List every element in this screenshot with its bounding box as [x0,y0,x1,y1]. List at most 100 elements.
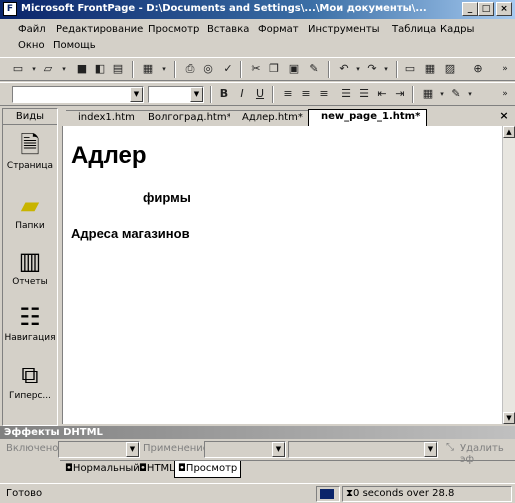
increase-indent-icon[interactable]: ⇥ [392,86,408,102]
html-mode-icon: ◘ [139,463,147,474]
view-reports[interactable]: ▥ Отчеты [3,245,57,287]
formatting-toolbar: ▼ ▼ B I U ≡ ≡ ≡ ☰ ☰ ⇤ ⇥ ▦ ▾ ✎ ▾ » [0,82,515,106]
toolbar-overflow-icon[interactable]: » [497,61,513,77]
tab-volgograd[interactable]: Волгоград.htm* [136,110,239,126]
scroll-down-icon[interactable]: ▼ [503,412,515,424]
scroll-up-icon[interactable]: ▲ [503,126,515,138]
menu-bar: Файл Редактирование Просмотр Вставка Фор… [0,20,515,56]
redo-dropdown-icon[interactable]: ▾ [378,61,394,77]
menu-insert[interactable]: Вставка [207,24,249,35]
menu-view[interactable]: Просмотр [148,24,199,35]
publish-icon[interactable]: ◧ [92,61,108,77]
folder-list-icon[interactable]: ▤ [110,61,126,77]
view-page[interactable]: 🗎 Страница [3,129,57,171]
view-navigation[interactable]: ☷ Навигация [3,301,57,343]
print-preview-icon[interactable]: ◎ [200,61,216,77]
chevron-down-icon[interactable]: ▼ [424,442,437,457]
menu-frames[interactable]: Кадры [440,24,474,35]
page-view-icon: 🗎 [20,131,40,159]
stores-heading: Адреса магазинов [71,226,190,241]
spelling-icon[interactable]: ✓ [220,61,236,77]
dhtml-toolbar: Включено ▼ Применение ▼ ▼ ⤡ Удалить эф [0,439,515,465]
normal-mode-icon: ◘ [65,463,73,474]
navigation-icon: ☷ [19,303,41,331]
view-folders[interactable]: ▰ Папки [3,189,57,231]
download-time-icon [320,489,334,499]
views-header: Виды [3,109,57,125]
close-button[interactable]: × [496,2,512,16]
chevron-down-icon[interactable]: ▼ [190,87,203,102]
print-icon[interactable]: ⎙ [182,61,198,77]
view-mode-tabs: ◘Нормальный ◘HTML ◘Просмотр [60,460,515,478]
editor-canvas[interactable]: Адлер фирмы Адреса магазинов [62,126,502,424]
chevron-down-icon[interactable]: ▼ [272,442,285,457]
tab-normal[interactable]: ◘Нормальный [62,461,143,478]
tab-adler[interactable]: Адлер.htm* [230,110,310,126]
toolbar-overflow-icon[interactable]: » [497,86,513,102]
firms-text: фирмы [143,190,191,205]
hyperlink-icon[interactable]: ⊕ [470,61,486,77]
status-ready: Готово [6,488,43,499]
folder-icon: ▰ [20,191,40,219]
status-bar: Готово ⧗0 seconds over 28.8 [0,483,515,503]
dhtml-effect-combo[interactable]: ▼ [204,441,286,458]
chevron-down-icon[interactable]: ▼ [126,442,139,457]
menu-edit[interactable]: Редактирование [56,24,143,35]
align-right-icon[interactable]: ≡ [316,86,332,102]
status-download-time: ⧗0 seconds over 28.8 [342,486,512,502]
align-center-icon[interactable]: ≡ [298,86,314,102]
decrease-indent-icon[interactable]: ⇤ [374,86,390,102]
dhtml-event-combo[interactable]: ▼ [58,441,140,458]
dhtml-toolbar-title: Эффекты DHTML [0,426,515,439]
tab-preview[interactable]: ◘Просмотр [174,461,242,478]
menu-file[interactable]: Файл [18,24,46,35]
views-pane: Виды 🗎 Страница ▰ Папки ▥ Отчеты ☷ Навиг… [2,108,58,426]
font-size-combo[interactable]: ▼ [148,86,204,103]
tab-html[interactable]: ◘HTML [136,461,178,478]
copy-icon[interactable]: ❐ [266,61,282,77]
paste-icon[interactable]: ▣ [286,61,302,77]
italic-icon[interactable]: I [234,86,250,102]
tab-index1[interactable]: index1.htm [66,110,142,126]
underline-icon[interactable]: U [252,86,268,102]
insert-picture-icon[interactable]: ▨ [442,61,458,77]
menu-format[interactable]: Формат [258,24,299,35]
numbered-list-icon[interactable]: ☰ [338,86,354,102]
status-indicator [316,486,340,502]
open-dropdown-icon[interactable]: ▾ [56,61,72,77]
vertical-scrollbar[interactable]: ▲ ▼ [502,126,515,424]
remove-effect-icon[interactable]: ⤡ [446,442,454,453]
align-left-icon[interactable]: ≡ [280,86,296,102]
bold-icon[interactable]: B [216,86,232,102]
menu-table[interactable]: Таблица [392,24,436,35]
new-page-icon[interactable]: ▭ [10,61,26,77]
close-icon[interactable]: × [497,109,511,123]
maximize-button[interactable]: □ [478,2,494,16]
highlight-dropdown-icon[interactable]: ▾ [462,86,478,102]
view-selector-icon[interactable]: ▦ [140,61,156,77]
chevron-down-icon[interactable]: ▼ [130,87,143,102]
tab-new-page-1[interactable]: new_page_1.htm* [308,109,428,127]
format-painter-icon[interactable]: ✎ [306,61,322,77]
document-tabs: index1.htm Волгоград.htm* Адлер.htm* new… [60,108,515,127]
view-dropdown-icon[interactable]: ▾ [156,61,172,77]
save-icon[interactable]: ■ [74,61,90,77]
dhtml-settings-combo[interactable]: ▼ [288,441,438,458]
standard-toolbar: ▭ ▾ ▱ ▾ ■ ◧ ▤ ▦ ▾ ⎙ ◎ ✓ ✂ ❐ ▣ ✎ ↶ ▾ ↷ ▾ … [0,57,515,81]
bulleted-list-icon[interactable]: ☰ [356,86,372,102]
reports-icon: ▥ [18,247,42,275]
style-combo[interactable]: ▼ [12,86,144,103]
web-component-icon[interactable]: ▭ [402,61,418,77]
open-folder-icon[interactable]: ▱ [40,61,56,77]
menu-window[interactable]: Окно [18,40,45,51]
frontpage-icon[interactable]: F [3,2,17,16]
cut-icon[interactable]: ✂ [248,61,264,77]
view-hyperlinks[interactable]: ⧉ Гиперс... [3,359,57,401]
minimize-button[interactable]: _ [462,2,478,16]
hourglass-icon: ⧗ [346,488,354,499]
title-bar[interactable]: F Microsoft FrontPage - D:\Documents and… [0,0,515,19]
menu-help[interactable]: Помощь [53,40,96,51]
insert-table-icon[interactable]: ▦ [422,61,438,77]
dhtml-apply-label: Применение [143,443,209,454]
menu-tools[interactable]: Инструменты [308,24,380,35]
